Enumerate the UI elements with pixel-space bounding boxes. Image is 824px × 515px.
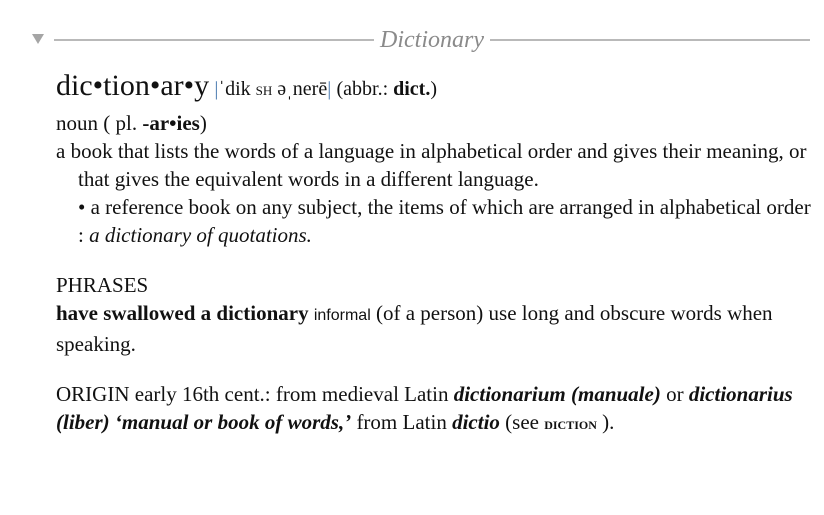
part-of-speech-line: noun ( pl. -ar•ies) (56, 109, 816, 137)
pronunciation-part2: əˌnerē (272, 78, 328, 100)
abbreviation: (abbr.: dict.) (336, 78, 437, 100)
header-rule-left (54, 39, 375, 41)
definition-1: a book that lists the words of a languag… (56, 139, 807, 191)
subsense-example: a dictionary of quotations. (89, 223, 312, 247)
origin-label: ORIGIN (56, 382, 130, 406)
origin-term-1: dictionarium (manuale) (453, 382, 661, 406)
abbr-label: (abbr.: (336, 78, 394, 100)
plural-open: ( pl. (98, 111, 143, 135)
origin: ORIGIN early 16th cent.: from medieval L… (56, 380, 816, 438)
pronunciation-part1: ˈdik (218, 78, 256, 100)
dictionary-section-header: Dictionary (32, 26, 811, 54)
plural-form: -ar•ies (142, 111, 200, 135)
pronunciation-close: | (327, 78, 332, 100)
header-rule-right (490, 39, 811, 41)
phrases-heading: PHRASES (56, 273, 149, 297)
phrase-entry: have swallowed a dictionary informal (of… (56, 299, 816, 358)
phrase: have swallowed a dictionary (56, 301, 309, 325)
pronunciation: |ˈdik SH əˌnerē| (214, 78, 331, 100)
register-label: informal (313, 307, 371, 324)
dictionary-entry: dic•tion•ar•y |ˈdik SH əˌnerē| (abbr.: d… (56, 68, 816, 438)
section-title: Dictionary (380, 27, 484, 53)
origin-text-5: ). (596, 410, 615, 434)
origin-text-2: or (660, 382, 689, 406)
abbr-value: dict. (393, 78, 431, 100)
plural-close: ) (199, 111, 207, 135)
origin-text-3: from Latin (351, 410, 453, 434)
part-of-speech: noun (56, 111, 98, 135)
subsense: • a reference book on any subject, the i… (56, 193, 816, 249)
origin-term-4: dictio (452, 410, 500, 434)
pronunciation-sh: SH (255, 83, 273, 98)
headword: dic•tion•ar•y (56, 69, 210, 102)
disclosure-triangle-icon[interactable] (32, 34, 44, 44)
origin-term-3: ‘manual or book of words,’ (109, 410, 352, 434)
abbr-close: ) (430, 78, 438, 100)
origin-text-4: (see (499, 410, 545, 434)
origin-text-1: early 16th cent.: from medieval Latin (129, 382, 454, 406)
crossref-link[interactable]: diction (544, 414, 597, 433)
entry-headline: dic•tion•ar•y |ˈdik SH əˌnerē| (abbr.: d… (56, 68, 816, 109)
